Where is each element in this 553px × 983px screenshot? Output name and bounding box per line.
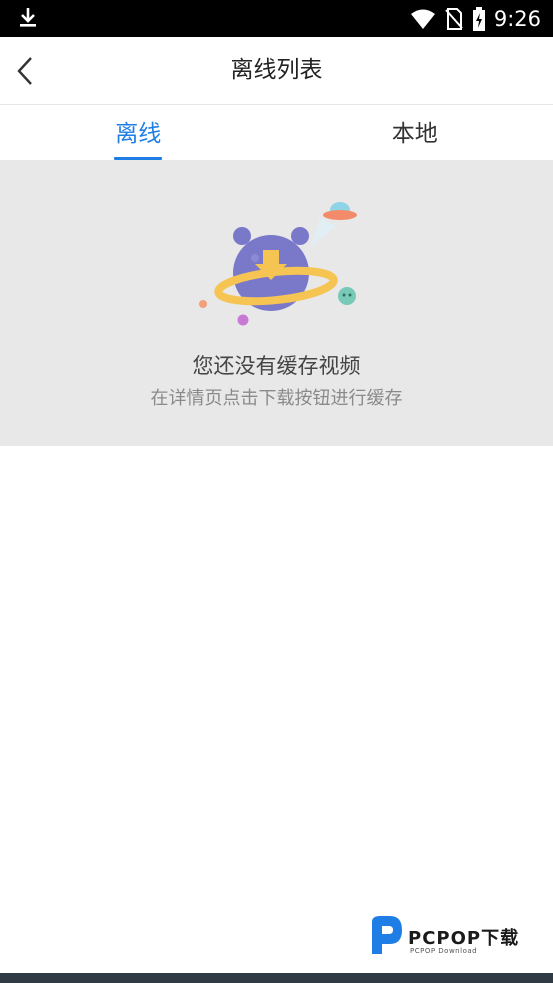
no-sim-icon	[444, 7, 464, 31]
empty-state-subtitle: 在详情页点击下载按钮进行缓存	[150, 388, 403, 409]
tab-offline[interactable]: 离线	[0, 105, 277, 160]
watermark-tagline: PCPOP Download	[410, 947, 478, 955]
status-bar: 9:26	[0, 0, 553, 37]
status-time: 9:26	[493, 6, 541, 31]
empty-state-panel: 您还没有缓存视频 在详情页点击下载按钮进行缓存	[0, 160, 553, 446]
tab-offline-label: 离线	[115, 121, 162, 147]
battery-charging-icon	[472, 6, 486, 31]
pcpop-watermark: PCPOP下载 PCPOP Download	[366, 914, 546, 962]
title-bar: 离线列表	[0, 37, 553, 105]
pcpop-logo-icon	[372, 916, 402, 954]
download-icon	[20, 8, 36, 27]
screen: 9:26 离线列表 离线 本地 您还没有缓存视频 在详情页点击下载按钮进行缓存 …	[0, 0, 553, 983]
bottom-strip	[0, 973, 553, 983]
wifi-icon	[410, 8, 436, 30]
planet-download-illustration	[199, 202, 357, 326]
tab-local[interactable]: 本地	[277, 105, 553, 160]
page-title: 离线列表	[230, 57, 323, 83]
empty-state-title: 您还没有缓存视频	[192, 354, 361, 378]
tab-bar: 离线 本地	[0, 105, 553, 160]
tab-local-label: 本地	[391, 121, 438, 147]
